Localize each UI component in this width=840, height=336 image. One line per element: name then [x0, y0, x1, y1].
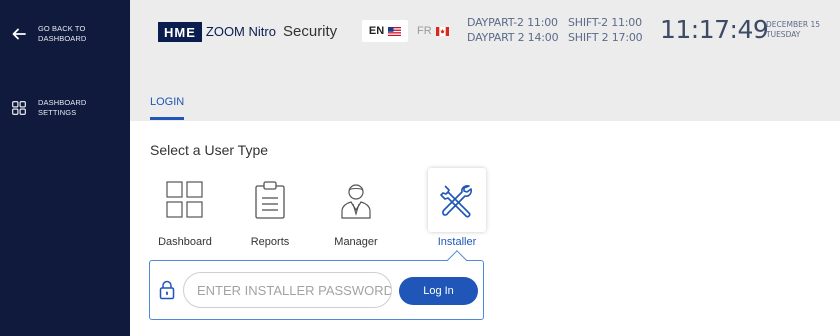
hme-zoom-logo: HME ZOOM Nitro [158, 21, 276, 43]
go-back-label-line1: GO BACK TO [38, 24, 86, 33]
language-en-label: EN [368, 25, 385, 37]
go-back-label: GO BACK TO DASHBOARD [38, 24, 86, 44]
arrow-left-icon [0, 28, 38, 40]
logo-hme-text: HME [158, 22, 202, 42]
shift-line-1: SHIFT-2 11:00 [568, 16, 642, 29]
daypart-line-2: DAYPART 2 14:00 [467, 31, 559, 44]
date-line-2: TUESDAY [766, 30, 801, 39]
lock-icon [159, 280, 175, 300]
clipboard-icon [241, 168, 299, 232]
go-back-to-dashboard-link[interactable]: GO BACK TO DASHBOARD [0, 18, 130, 50]
language-fr-label: FR [417, 25, 432, 37]
page-title: Security [283, 23, 338, 40]
tab-bar: LOGIN [130, 66, 840, 121]
language-fr-button[interactable]: FR [417, 20, 449, 42]
logo-zoom-text: ZOOM Nitro [205, 24, 276, 39]
sidebar: GO BACK TO DASHBOARD DASHBOARD SETTINGS [0, 0, 130, 336]
dashboard-grid-icon [156, 168, 214, 232]
user-type-installer-label: Installer [437, 236, 477, 248]
clock: 11:17:49 [660, 15, 769, 44]
go-back-label-line2: DASHBOARD [38, 34, 87, 43]
tools-icon [428, 168, 486, 232]
login-button[interactable]: Log In [399, 277, 478, 305]
manager-person-icon [327, 168, 385, 232]
header: HME ZOOM Nitro Security EN FR DAYPART-2 … [130, 0, 840, 66]
user-type-manager-label: Manager [334, 236, 378, 248]
dashboard-settings-label-line1: DASHBOARD [38, 98, 87, 107]
canada-flag-icon [435, 26, 449, 36]
dashboard-settings-link[interactable]: DASHBOARD SETTINGS [0, 92, 130, 124]
date-line-1: DECEMBER 15 [766, 20, 820, 29]
select-user-type-heading: Select a User Type [150, 142, 269, 158]
tab-login-underline [150, 117, 184, 120]
date-display: DECEMBER 15 TUESDAY [766, 20, 820, 40]
us-flag-icon [388, 26, 402, 36]
language-en-button[interactable]: EN [362, 20, 408, 42]
installer-password-input[interactable] [183, 272, 392, 308]
daypart-line-1: DAYPART-2 11:00 [467, 16, 558, 29]
dashboard-settings-label-line2: SETTINGS [38, 108, 77, 117]
user-type-manager[interactable]: Manager [327, 168, 385, 254]
user-type-dashboard-label: Dashboard [158, 236, 212, 248]
dashboard-settings-label: DASHBOARD SETTINGS [38, 98, 86, 118]
tab-login[interactable]: LOGIN [150, 96, 184, 108]
user-type-installer[interactable]: Installer [428, 168, 486, 254]
grid-icon [0, 101, 38, 115]
user-type-reports-label: Reports [250, 236, 290, 248]
daypart-info: DAYPART-2 11:00 DAYPART 2 14:00 [467, 15, 559, 45]
shift-info: SHIFT-2 11:00 SHIFT 2 17:00 [568, 15, 643, 45]
shift-line-2: SHIFT 2 17:00 [568, 31, 643, 44]
user-type-reports[interactable]: Reports [241, 168, 299, 254]
user-type-dashboard[interactable]: Dashboard [156, 168, 214, 254]
